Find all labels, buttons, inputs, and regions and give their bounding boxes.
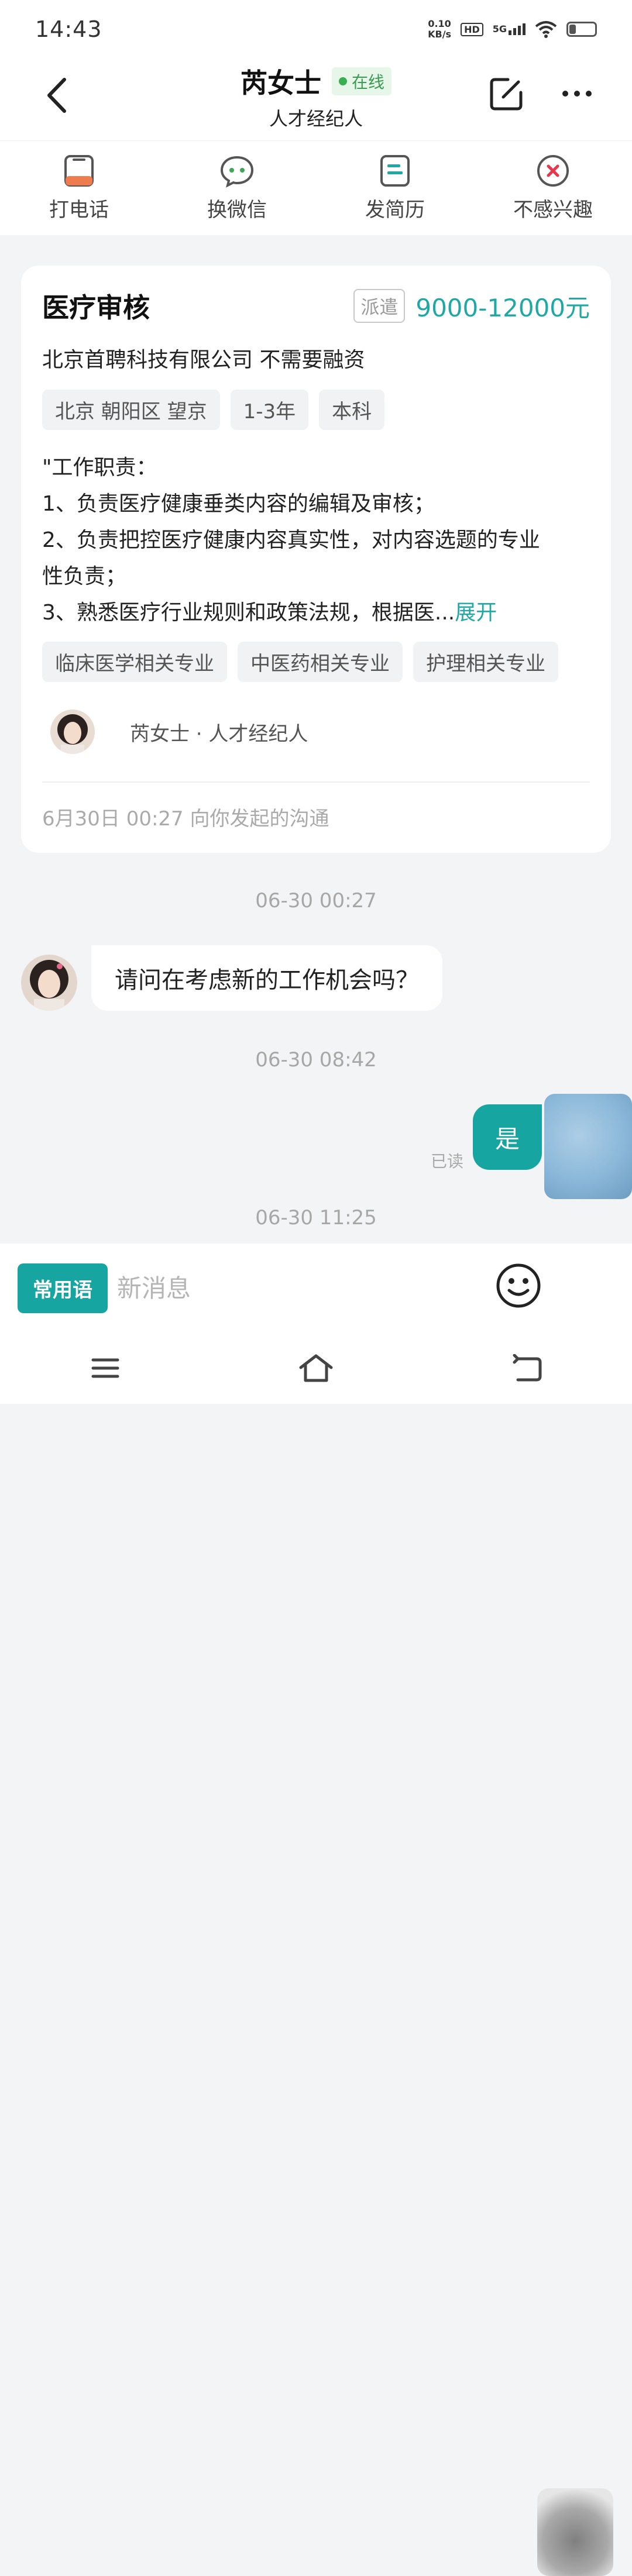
education-tag: 本科 (319, 390, 385, 430)
message-timestamp: 06-30 00:27 (255, 889, 377, 912)
message-input[interactable] (117, 1273, 468, 1303)
salary: 9000-12000元 (415, 293, 590, 322)
contact-role: 人才经纪人 (269, 108, 363, 130)
back-nav-icon (513, 1354, 542, 1382)
job-tags: 北京 朝阳区 望京 1-3年 本科 (42, 390, 590, 430)
message-timestamp: 06-30 11:25 (255, 1206, 377, 1230)
title-block: 芮女士 在线 人才经纪人 (0, 62, 632, 131)
major-tag: 中医药相关专业 (238, 642, 403, 682)
online-status-badge: 在线 (331, 67, 391, 95)
major-tag: 护理相关专业 (413, 642, 558, 682)
not-interested-button[interactable]: 不感兴趣 (494, 154, 612, 222)
network-speed: 0.10 KB/s (428, 18, 452, 40)
expand-link[interactable]: 展开 (455, 601, 497, 625)
chat-header: 芮女士 在线 人才经纪人 (0, 58, 632, 140)
outgoing-message-bubble[interactable]: 是 (473, 1104, 542, 1170)
menu-icon (91, 1358, 119, 1378)
battery-icon (566, 22, 597, 37)
wechat-icon (220, 156, 254, 188)
status-time: 14:43 (35, 16, 102, 42)
online-dot-icon (338, 77, 347, 85)
edit-icon[interactable] (487, 75, 525, 113)
status-bar: 14:43 0.10 KB/s HD 5G (0, 0, 632, 58)
major-tags: 临床医学相关专业 中医药相关专业 护理相关专业 (42, 642, 590, 682)
company-info: 北京首聘科技有限公司 不需要融资 (42, 348, 365, 372)
not-interested-icon (537, 155, 569, 187)
signal-icon: 5G (493, 23, 525, 35)
common-phrases-button[interactable]: 常用语 (18, 1263, 108, 1313)
job-description: "工作职责： 1、负责医疗健康垂类内容的编辑及审核； 2、负责把控医疗健康内容真… (42, 456, 540, 625)
system-nav-bar (0, 1332, 632, 1404)
home-icon (299, 1354, 333, 1382)
job-card[interactable]: 医疗审核 派遣 9000-12000元 北京首聘科技有限公司 不需要融资 北京 … (21, 266, 611, 853)
initiated-note: 6月30日 00:27 向你发起的沟通 (42, 807, 329, 831)
home-nav-button[interactable] (281, 1345, 351, 1392)
incoming-message-bubble[interactable]: 请问在考虑新的工作机会吗？ (91, 945, 442, 1011)
hd-icon: HD (461, 22, 483, 36)
call-button[interactable]: 打电话 (20, 154, 138, 222)
contact-name: 芮女士 (240, 67, 321, 99)
recruiter-row[interactable]: 芮女士 · 人才经纪人 (42, 705, 590, 758)
dispatch-tag: 派遣 (353, 289, 406, 323)
menu-nav-button[interactable] (70, 1345, 140, 1392)
resume-icon (380, 155, 410, 187)
emoji-icon[interactable] (495, 1262, 542, 1309)
message-timestamp: 06-30 08:42 (255, 1048, 377, 1072)
recruiter-avatar[interactable] (50, 710, 95, 754)
experience-tag: 1-3年 (230, 390, 309, 430)
recruiter-label: 芮女士 · 人才经纪人 (130, 722, 308, 746)
redacted-overlay (537, 2488, 613, 2576)
sender-avatar[interactable] (21, 955, 77, 1011)
exchange-wechat-button[interactable]: 换微信 (178, 154, 296, 222)
send-resume-button[interactable]: 发简历 (336, 154, 454, 222)
status-icons: 0.10 KB/s HD 5G (428, 19, 597, 40)
action-bar: 打电话 换微信 发简历 不感兴趣 (0, 140, 632, 235)
read-receipt: 已读 (431, 1152, 464, 1171)
job-title: 医疗审核 (42, 292, 150, 323)
back-nav-button[interactable] (492, 1345, 562, 1392)
input-bar: 常用语 (0, 1244, 632, 2576)
divider (42, 781, 590, 783)
major-tag: 临床医学相关专业 (42, 642, 227, 682)
location-tag: 北京 朝阳区 望京 (42, 390, 220, 430)
my-avatar[interactable] (544, 1094, 632, 1199)
more-icon[interactable] (559, 82, 595, 105)
wifi-icon (535, 21, 557, 38)
phone-icon (64, 155, 94, 187)
